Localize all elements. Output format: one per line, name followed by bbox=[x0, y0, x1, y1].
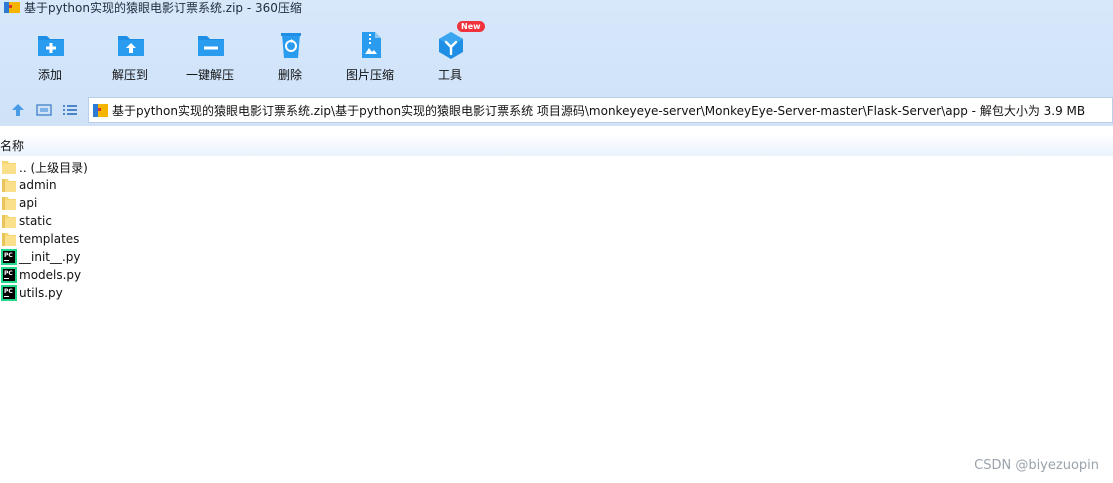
add-icon bbox=[38, 36, 64, 56]
image-compress-icon bbox=[362, 32, 381, 58]
svg-text:PC: PC bbox=[4, 270, 13, 277]
watermark: CSDN @biyezuopin bbox=[974, 458, 1099, 473]
folder-icon bbox=[2, 197, 16, 210]
extract-to-label: 解压到 bbox=[111, 68, 148, 82]
recycle-bin-icon bbox=[281, 33, 301, 58]
pycharm-file-icon: PC bbox=[1, 267, 17, 283]
zip-archive-icon bbox=[93, 103, 108, 117]
svg-text:PC: PC bbox=[4, 288, 13, 295]
one-click-extract-button[interactable]: 一键解压 bbox=[170, 26, 250, 86]
list-item[interactable]: PC models.py bbox=[0, 266, 600, 284]
list-item[interactable]: static bbox=[0, 212, 600, 230]
new-badge: New bbox=[457, 21, 485, 32]
add-button[interactable]: 添加 bbox=[10, 26, 90, 86]
folder-icon bbox=[2, 179, 16, 192]
file-name: utils.py bbox=[19, 286, 63, 300]
file-name: .. (上级目录) bbox=[19, 160, 88, 175]
list-header: 名称 bbox=[0, 134, 1113, 156]
extract-to-button[interactable]: 解压到 bbox=[90, 26, 170, 86]
window-title: 基于python实现的猿眼电影订票系统.zip - 360压缩 bbox=[24, 0, 302, 15]
file-name: templates bbox=[19, 232, 80, 246]
file-name: api bbox=[19, 196, 38, 210]
file-name: models.py bbox=[19, 268, 82, 282]
address-path: 基于python实现的猿眼电影订票系统.zip\基于python实现的猿眼电影订… bbox=[112, 103, 1086, 118]
title-bar: 基于python实现的猿眼电影订票系统.zip - 360压缩 bbox=[0, 0, 302, 15]
file-name: static bbox=[19, 214, 52, 228]
image-compress-button[interactable]: 图片压缩 bbox=[330, 26, 410, 86]
list-view-icon[interactable] bbox=[62, 102, 78, 118]
list-item[interactable]: PC utils.py bbox=[0, 284, 600, 302]
tools-icon bbox=[439, 32, 463, 59]
one-click-extract-icon bbox=[198, 36, 224, 56]
address-bar[interactable]: 基于python实现的猿眼电影订票系统.zip\基于python实现的猿眼电影订… bbox=[88, 97, 1113, 123]
list-item[interactable]: templates bbox=[0, 230, 600, 248]
tools-label: 工具 bbox=[437, 68, 462, 82]
extract-to-icon bbox=[118, 36, 144, 56]
delete-label: 删除 bbox=[277, 68, 302, 82]
file-name: __init__.py bbox=[19, 250, 81, 264]
toolbar: 添加 解压到 一键解压 删除 图片压缩 New 工具 bbox=[0, 21, 600, 88]
folder-icon bbox=[2, 161, 16, 174]
folder-icon bbox=[2, 233, 16, 246]
tools-button[interactable]: New 工具 bbox=[410, 21, 490, 86]
navigation-bar: 基于python实现的猿眼电影订票系统.zip\基于python实现的猿眼电影订… bbox=[0, 96, 1113, 124]
one-click-extract-label: 一键解压 bbox=[185, 68, 234, 82]
pycharm-file-icon: PC bbox=[1, 249, 17, 265]
top-panel: 基于python实现的猿眼电影订票系统.zip - 360压缩 添加 解压到 一… bbox=[0, 0, 1113, 126]
folder-icon bbox=[2, 215, 16, 228]
list-item[interactable]: api bbox=[0, 194, 600, 212]
list-item-parent[interactable]: .. (上级目录) bbox=[0, 158, 600, 176]
thumbnail-view-icon[interactable] bbox=[36, 102, 52, 118]
up-arrow-icon[interactable] bbox=[10, 102, 26, 118]
file-list: .. (上级目录) admin api static templates PC … bbox=[0, 158, 600, 302]
column-name-header[interactable]: 名称 bbox=[0, 137, 24, 154]
image-compress-label: 图片压缩 bbox=[345, 68, 394, 82]
file-name: admin bbox=[19, 178, 57, 192]
pycharm-file-icon: PC bbox=[1, 285, 17, 301]
add-label: 添加 bbox=[37, 68, 62, 82]
svg-text:PC: PC bbox=[4, 252, 13, 259]
archive-window: 基于python实现的猿眼电影订票系统.zip - 360压缩 添加 解压到 一… bbox=[0, 0, 1113, 483]
list-item[interactable]: PC __init__.py bbox=[0, 248, 600, 266]
list-item[interactable]: admin bbox=[0, 176, 600, 194]
archive-app-icon bbox=[4, 2, 20, 13]
delete-button[interactable]: 删除 bbox=[250, 26, 330, 86]
